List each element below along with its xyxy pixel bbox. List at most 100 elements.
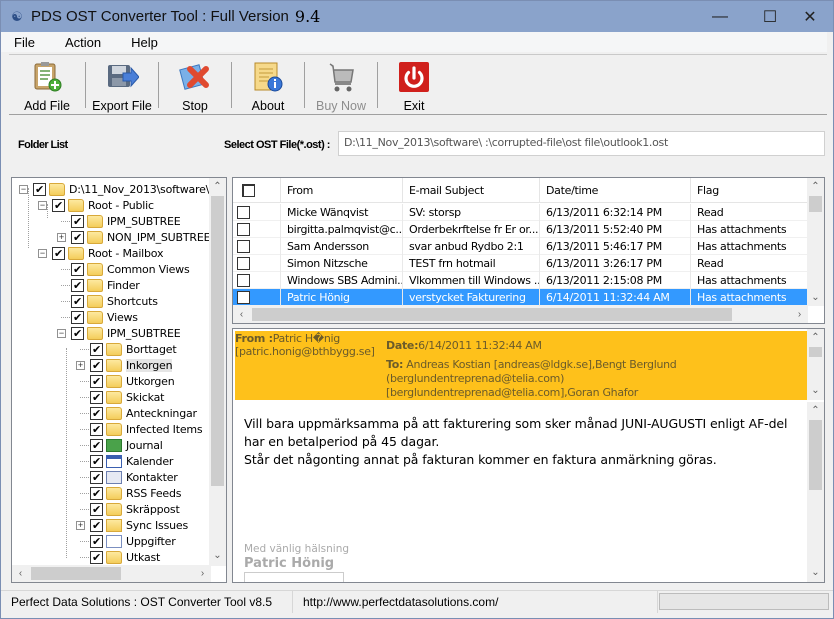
select-all-checkbox[interactable]	[242, 184, 255, 197]
tree-checkbox[interactable]: ✔	[90, 486, 103, 500]
tree-item[interactable]: ✔ Anteckningar	[90, 405, 197, 421]
header-subject[interactable]: E-mail Subject	[403, 178, 540, 203]
tree-item[interactable]: ✔ NON_IPM_SUBTREE	[71, 229, 211, 245]
tree-item[interactable]: ✔ Finder	[71, 277, 140, 293]
tree-checkbox[interactable]: ✔	[71, 214, 84, 228]
scroll-right-icon[interactable]: ›	[194, 565, 211, 582]
tree-item[interactable]: ✔ RSS Feeds	[90, 485, 181, 501]
tree-item[interactable]: ✔ IPM_SUBTREE	[71, 213, 181, 229]
tree-item[interactable]: ✔ Inkorgen	[90, 357, 173, 373]
header-vscroll-thumb[interactable]	[809, 347, 822, 357]
scroll-down-icon[interactable]: ⌄	[807, 289, 824, 306]
tree-checkbox[interactable]: ✔	[71, 326, 84, 340]
row-checkbox[interactable]	[237, 291, 250, 304]
collapse-icon[interactable]: −	[57, 329, 66, 338]
scroll-down-icon[interactable]: ⌄	[807, 382, 824, 399]
header-from[interactable]: From	[281, 178, 403, 203]
close-button[interactable]: ✕	[787, 1, 833, 32]
table-row[interactable]: Patric Hönig verstycket Fakturering 6/14/2…	[233, 289, 808, 306]
tree-checkbox[interactable]: ✔	[90, 358, 103, 372]
scroll-up-icon[interactable]: ⌃	[807, 178, 824, 195]
tree-checkbox[interactable]: ✔	[90, 454, 103, 468]
tree-item[interactable]: ✔ Kontakter	[90, 469, 178, 485]
tree-item[interactable]: ✔ D:\11_Nov_2013\software\IN	[33, 181, 220, 197]
tree-checkbox[interactable]: ✔	[90, 550, 103, 564]
tree-item[interactable]: ✔ Common Views	[71, 261, 190, 277]
about-button[interactable]: About	[232, 55, 304, 113]
table-row[interactable]: Simon Nitzsche TEST frn hotmail 6/13/2011 …	[233, 255, 808, 272]
header-select-all[interactable]	[233, 178, 281, 203]
expand-icon[interactable]: +	[76, 361, 85, 370]
tree-item[interactable]: ✔ IPM_SUBTREE	[71, 325, 181, 341]
scroll-up-icon[interactable]: ⌃	[807, 402, 824, 419]
tree-item[interactable]: ✔ Journal	[90, 437, 163, 453]
tree-item[interactable]: ✔ Root - Public	[52, 197, 154, 213]
row-checkbox[interactable]	[237, 206, 250, 219]
row-checkbox[interactable]	[237, 257, 250, 270]
tree-item[interactable]: ✔ Skickat	[90, 389, 164, 405]
grid-hscroll-thumb[interactable]	[252, 308, 732, 321]
scroll-up-icon[interactable]: ⌃	[209, 178, 226, 195]
tree-item[interactable]: ✔ Utkast	[90, 549, 160, 565]
scroll-down-icon[interactable]: ⌄	[209, 547, 226, 564]
ost-path-field[interactable]: D:\11_Nov_2013\software\ :\corrupted-fil…	[338, 131, 825, 156]
add-file-button[interactable]: Add File	[9, 55, 85, 113]
tree-checkbox[interactable]: ✔	[90, 502, 103, 516]
scroll-left-icon[interactable]: ‹	[12, 565, 29, 582]
tree-vertical-scrollbar[interactable]: ⌃ ⌄	[209, 178, 226, 566]
tree-checkbox[interactable]: ✔	[52, 198, 65, 212]
header-datetime[interactable]: Date/time	[540, 178, 691, 203]
table-row[interactable]: birgitta.palmqvist@c... Orderbekrftelse f…	[233, 221, 808, 238]
expand-icon[interactable]: +	[76, 521, 85, 530]
grid-vscroll-thumb[interactable]	[809, 196, 822, 212]
row-checkbox[interactable]	[237, 223, 250, 236]
tree-checkbox[interactable]: ✔	[90, 534, 103, 548]
tree-checkbox[interactable]: ✔	[52, 246, 65, 260]
minimize-button[interactable]: —	[697, 1, 743, 32]
scroll-down-icon[interactable]: ⌄	[807, 564, 824, 581]
status-url[interactable]: http://www.perfectdatasolutions.com/	[293, 590, 658, 613]
tree-checkbox[interactable]: ✔	[90, 518, 103, 532]
collapse-icon[interactable]: −	[19, 185, 28, 194]
tree-hscroll-thumb[interactable]	[31, 567, 121, 580]
buy-now-button[interactable]: Buy Now	[305, 55, 377, 113]
tree-horizontal-scrollbar[interactable]: ‹ ›	[12, 565, 211, 582]
header-vertical-scrollbar[interactable]: ⌃ ⌄	[807, 329, 824, 400]
scroll-up-icon[interactable]: ⌃	[807, 329, 824, 346]
tree-checkbox[interactable]: ✔	[71, 278, 84, 292]
scroll-right-icon[interactable]: ›	[791, 306, 808, 323]
table-row[interactable]: Windows SBS Admini... Vlkommen till Windo…	[233, 272, 808, 289]
tree-checkbox[interactable]: ✔	[90, 406, 103, 420]
tree-checkbox[interactable]: ✔	[71, 310, 84, 324]
menu-action[interactable]: Action	[50, 35, 116, 50]
collapse-icon[interactable]: −	[38, 249, 47, 258]
tree-item[interactable]: ✔ Views	[71, 309, 138, 325]
expand-icon[interactable]: +	[57, 233, 66, 242]
tree-item[interactable]: ✔ Sync Issues	[90, 517, 188, 533]
body-vertical-scrollbar[interactable]: ⌃ ⌄	[807, 402, 824, 582]
scroll-left-icon[interactable]: ‹	[233, 306, 250, 323]
tree-item[interactable]: ✔ Borttaget	[90, 341, 177, 357]
header-flag[interactable]: Flag	[691, 178, 808, 203]
tree-checkbox[interactable]: ✔	[71, 262, 84, 276]
tree-checkbox[interactable]: ✔	[71, 294, 84, 308]
grid-vertical-scrollbar[interactable]: ⌃ ⌄	[807, 178, 824, 306]
body-vscroll-thumb[interactable]	[809, 420, 822, 490]
exit-button[interactable]: Exit	[378, 55, 450, 113]
tree-checkbox[interactable]: ✔	[90, 342, 103, 356]
tree-checkbox[interactable]: ✔	[90, 422, 103, 436]
tree-checkbox[interactable]: ✔	[90, 470, 103, 484]
tree-checkbox[interactable]: ✔	[33, 182, 46, 196]
row-checkbox[interactable]	[237, 240, 250, 253]
stop-button[interactable]: Stop	[159, 55, 231, 113]
tree-item[interactable]: ✔ Utkorgen	[90, 373, 175, 389]
row-checkbox[interactable]	[237, 274, 250, 287]
collapse-icon[interactable]: −	[38, 201, 47, 210]
tree-item[interactable]: ✔ Skräppost	[90, 501, 180, 517]
tree-item[interactable]: ✔ Shortcuts	[71, 293, 158, 309]
export-file-button[interactable]: Export File	[86, 55, 158, 113]
tree-item[interactable]: ✔ Uppgifter	[90, 533, 176, 549]
tree-checkbox[interactable]: ✔	[71, 230, 84, 244]
tree-checkbox[interactable]: ✔	[90, 438, 103, 452]
menu-help[interactable]: Help	[116, 35, 173, 50]
